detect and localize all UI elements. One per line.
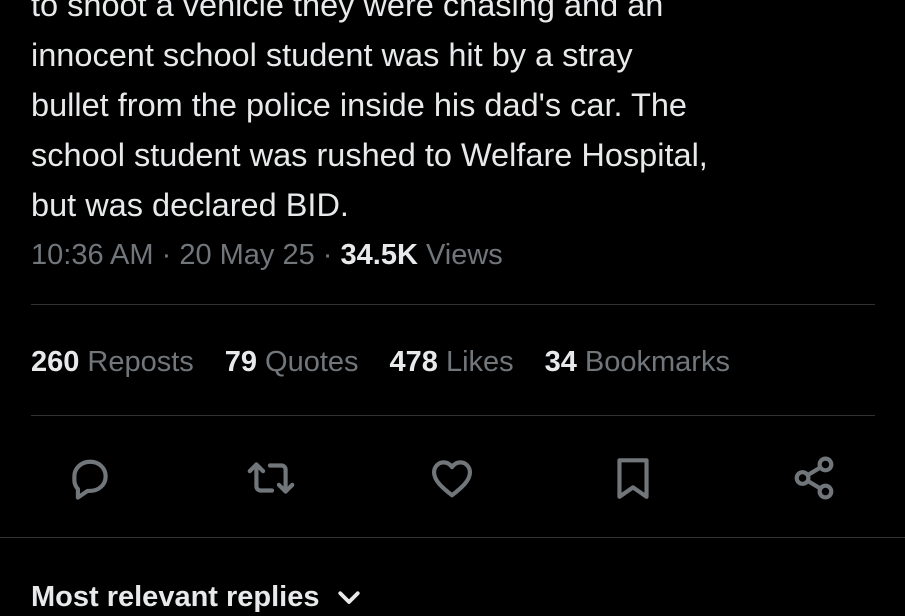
divider [31,304,875,305]
quotes-stat[interactable]: 79 Quotes [225,343,359,381]
bookmarks-stat[interactable]: 34 Bookmarks [545,343,730,381]
reply-icon [72,459,108,500]
repost-icon [247,462,295,494]
tweet-text-line: but was declared BID. [31,187,349,223]
replies-sort-label: Most relevant replies [31,581,320,613]
views-count[interactable]: 34.5K [341,239,418,271]
like-icon [432,460,472,498]
action-bar [0,450,905,506]
bookmark-icon [617,458,649,499]
likes-count: 478 [389,346,438,378]
reply-button[interactable] [62,450,118,506]
views-label[interactable]: Views [426,239,503,271]
tweet-text-line: to shoot a vehicle they were chasing and… [31,0,664,23]
tweet-text-line: innocent school student was hit by a str… [31,37,633,73]
reposts-label: Reposts [87,346,194,378]
share-icon [794,456,834,500]
meta-separator: · [161,239,180,271]
engagement-stats: 260 Reposts 79 Quotes 478 Likes 34 Bookmarks [31,343,761,381]
chevron-down-icon [337,591,360,604]
quotes-label: Quotes [265,346,359,378]
share-button[interactable] [786,450,842,506]
replies-sort-dropdown[interactable]: Most relevant replies [31,578,364,616]
tweet-time[interactable]: 10:36 AM [31,239,154,271]
reposts-stat[interactable]: 260 Reposts [31,343,194,381]
reposts-count: 260 [31,346,80,378]
bookmarks-label: Bookmarks [584,346,730,378]
tweet-text-line: school student was rushed to Welfare Hos… [31,137,708,173]
likes-stat[interactable]: 478 Likes [390,343,514,381]
tweet-text-line: bullet from the police inside his dad's … [31,87,687,123]
likes-label: Likes [445,346,514,378]
quotes-count: 79 [224,346,258,378]
tweet-text: to shoot a vehicle they were chasing and… [31,0,891,230]
divider [31,415,875,416]
tweet-date[interactable]: 20 May 25 [179,239,314,271]
tweet-meta: 10:36 AM · 20 May 25 · 34.5K Views [31,236,503,274]
bookmark-button[interactable] [605,450,661,506]
bookmarks-count: 34 [544,346,577,378]
divider [0,537,905,538]
like-button[interactable] [424,450,480,506]
repost-button[interactable] [243,450,299,506]
meta-separator: · [322,239,341,271]
